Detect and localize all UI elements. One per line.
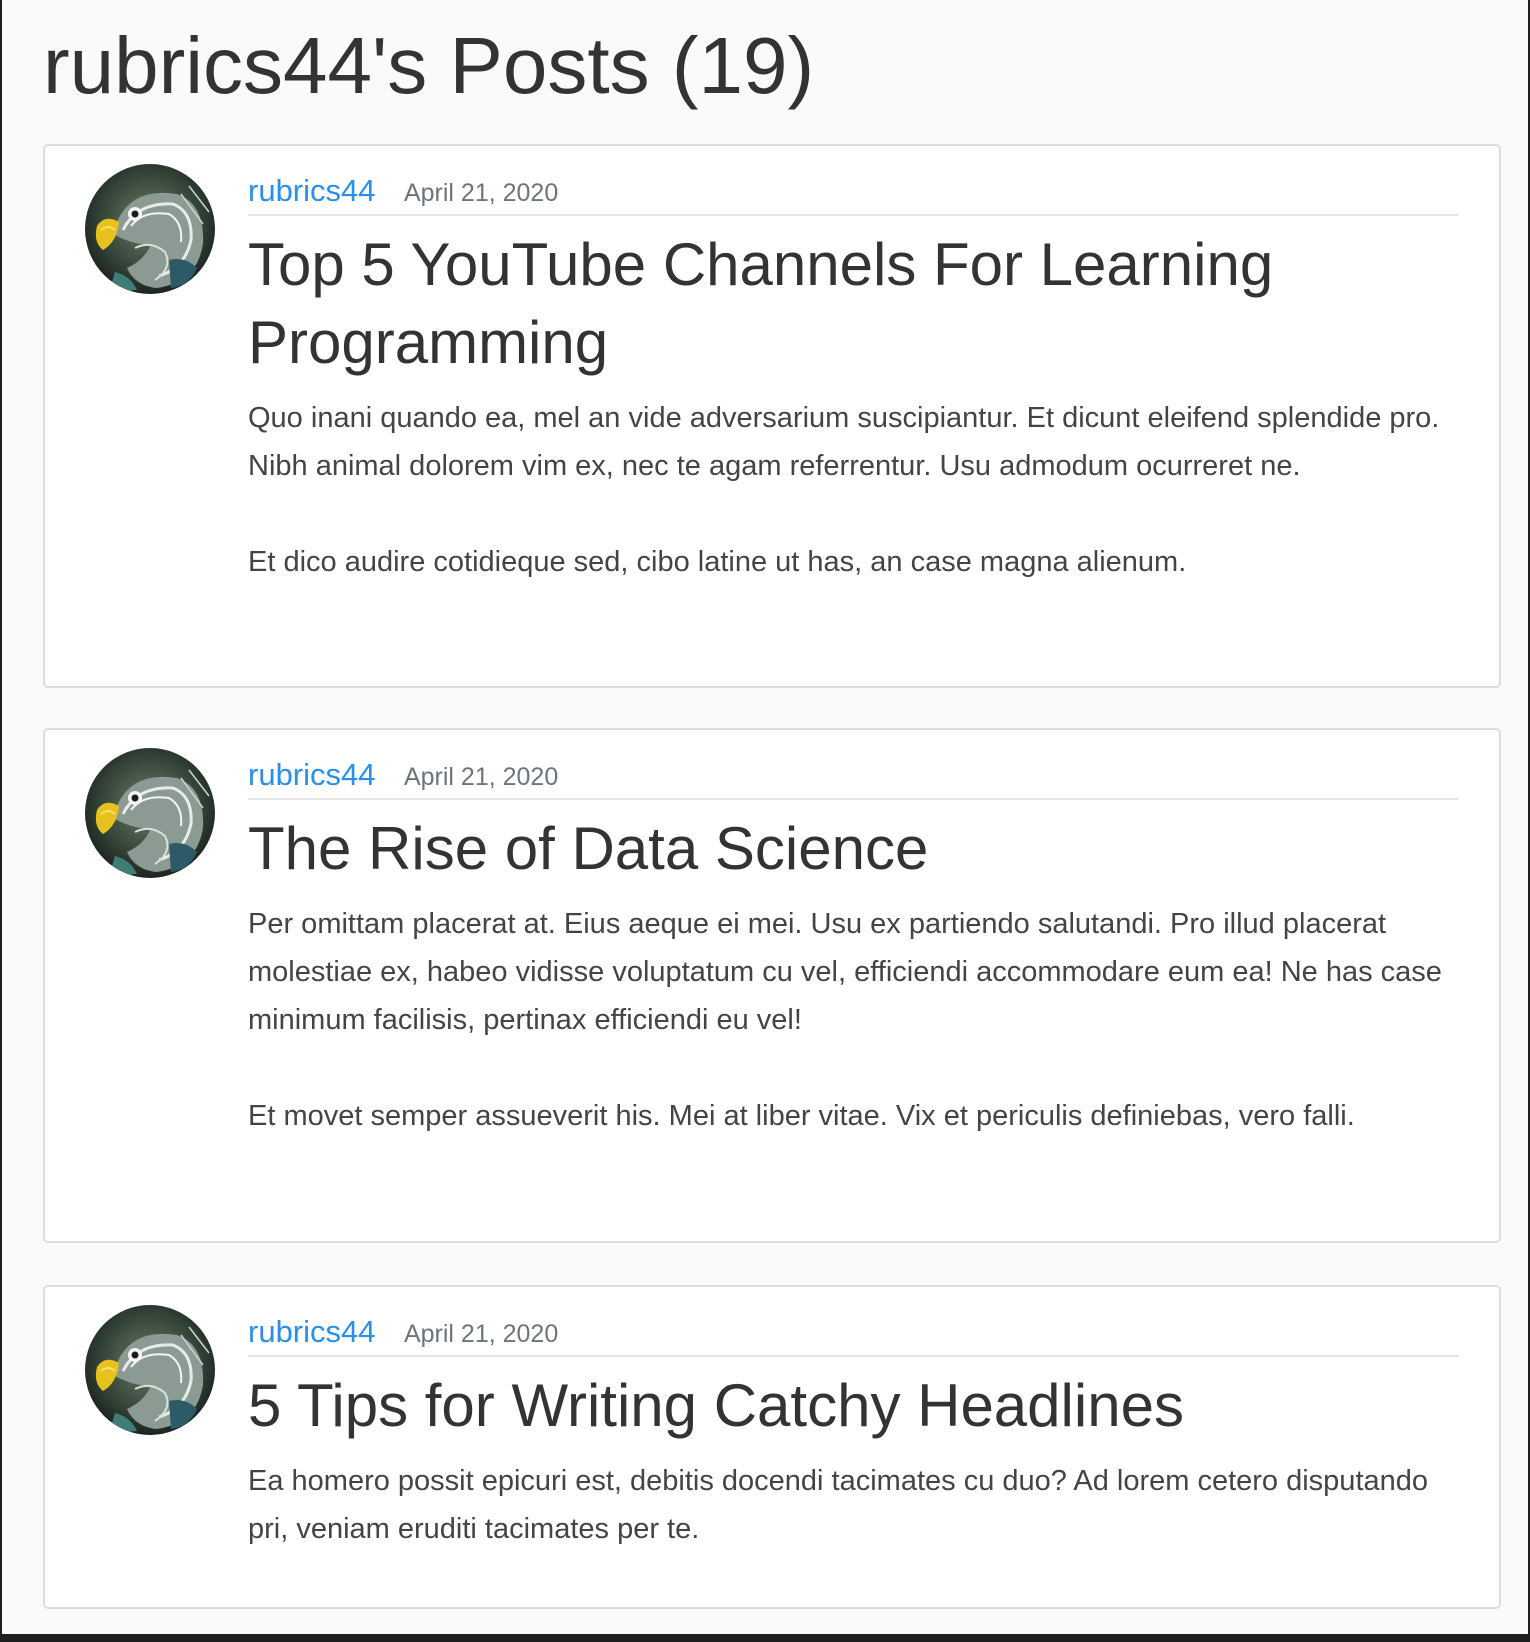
author-avatar[interactable] xyxy=(85,1305,215,1435)
parrot-avatar-image xyxy=(85,748,215,878)
post-paragraph: Et dico audire cotidieque sed, cibo lati… xyxy=(248,546,1187,578)
post-card: rubrics44 April 21, 2020 5 Tips for Writ… xyxy=(43,1285,1501,1609)
post-body: Quo inani quando ea, mel an vide adversa… xyxy=(248,394,1459,586)
post-paragraph: Per omittam placerat at. Eius aeque ei m… xyxy=(248,908,1442,1036)
post-paragraph: Ea homero possit epicuri est, debitis do… xyxy=(248,1465,1429,1545)
post-meta: rubrics44 April 21, 2020 xyxy=(248,752,1459,800)
post-body: Ea homero possit epicuri est, debitis do… xyxy=(248,1457,1459,1553)
post-content: rubrics44 April 21, 2020 The Rise of Dat… xyxy=(248,752,1459,1140)
author-avatar[interactable] xyxy=(85,748,215,878)
author-link[interactable]: rubrics44 xyxy=(248,752,376,798)
post-meta: rubrics44 April 21, 2020 xyxy=(248,1309,1459,1357)
post-title-link[interactable]: The Rise of Data Science xyxy=(248,810,1459,888)
parrot-avatar-image xyxy=(85,1305,215,1435)
author-link[interactable]: rubrics44 xyxy=(248,168,376,214)
post-date: April 21, 2020 xyxy=(403,763,559,791)
author-avatar[interactable] xyxy=(85,164,215,294)
author-link[interactable]: rubrics44 xyxy=(248,1309,376,1355)
posts-page: rubrics44's Posts (19) rubrics44 April 2… xyxy=(2,0,1528,1634)
parrot-avatar-image xyxy=(85,164,215,294)
post-content: rubrics44 April 21, 2020 5 Tips for Writ… xyxy=(248,1309,1459,1553)
post-title-link[interactable]: Top 5 YouTube Channels For Learning Prog… xyxy=(248,226,1459,382)
post-date: April 21, 2020 xyxy=(403,1320,559,1348)
post-body: Per omittam placerat at. Eius aeque ei m… xyxy=(248,900,1459,1140)
post-paragraph: Et movet semper assueverit his. Mei at l… xyxy=(248,1100,1355,1132)
post-content: rubrics44 April 21, 2020 Top 5 YouTube C… xyxy=(248,168,1459,586)
post-paragraph: Quo inani quando ea, mel an vide adversa… xyxy=(248,402,1440,482)
post-meta: rubrics44 April 21, 2020 xyxy=(248,168,1459,216)
post-date: April 21, 2020 xyxy=(403,179,559,207)
page-title: rubrics44's Posts (19) xyxy=(43,21,815,110)
post-card: rubrics44 April 21, 2020 The Rise of Dat… xyxy=(43,728,1501,1243)
post-title-link[interactable]: 5 Tips for Writing Catchy Headlines xyxy=(248,1367,1459,1445)
post-card: rubrics44 April 21, 2020 Top 5 YouTube C… xyxy=(43,144,1501,688)
